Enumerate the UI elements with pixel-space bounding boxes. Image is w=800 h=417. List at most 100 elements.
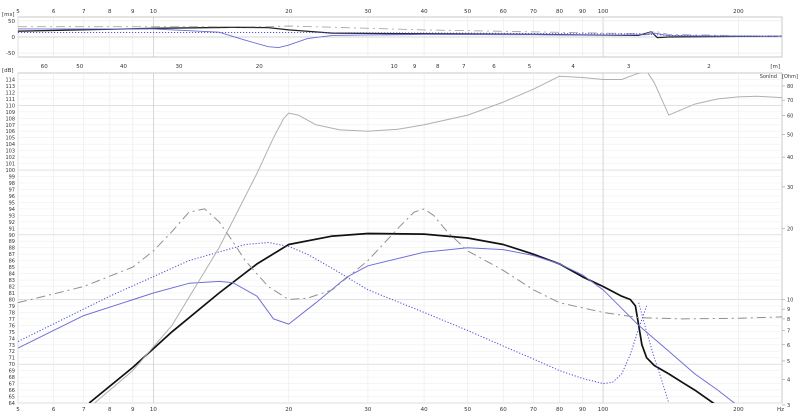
frequency-tick-label: 40	[421, 407, 428, 413]
wavelength-tick-label: 50	[76, 64, 83, 70]
wavelength-tick-label: 4	[571, 64, 575, 70]
impedance-tick-label: 30	[787, 185, 793, 191]
frequency-tick-label: 30	[364, 407, 371, 413]
frequency-tick-label: 70	[530, 407, 537, 413]
db-tick-label: 103	[5, 149, 15, 155]
db-tick-label: 91	[9, 226, 15, 232]
db-tick-label: 64	[9, 401, 15, 407]
wavelength-tick-label: 2	[707, 64, 711, 70]
impedance-tick-label: 80	[787, 84, 793, 90]
db-tick-label: 68	[9, 375, 15, 381]
phase-top-x-tick-label: 60	[500, 9, 507, 15]
frequency-tick-label: 90	[579, 407, 586, 413]
impedance-tick-label: 40	[787, 155, 793, 161]
db-tick-label: 73	[9, 343, 15, 349]
db-tick-label: 100	[5, 168, 15, 174]
db-tick-label: 90	[9, 233, 15, 239]
phase-top-x-tick-label: 80	[556, 9, 563, 15]
db-unit-label: [dB]	[2, 68, 14, 74]
phase-top-x-tick-label: 30	[364, 9, 371, 15]
db-tick-label: 106	[5, 129, 15, 135]
impedance-tick-label: 70	[787, 98, 793, 104]
frequency-tick-label: 50	[464, 407, 471, 413]
impedance-tick-label: 4	[787, 378, 790, 384]
phase-top-x-tick-label: 40	[421, 9, 428, 15]
db-tick-label: 93	[9, 213, 15, 219]
db-tick-label: 107	[5, 123, 15, 129]
impedance-tick-label: 6	[787, 343, 790, 349]
db-tick-label: 77	[9, 317, 15, 323]
impedance-axis-note: SonInd	[760, 74, 777, 80]
db-tick-label: 92	[9, 220, 15, 226]
db-tick-label: 78	[9, 310, 15, 316]
impedance-tick-label: 7	[787, 329, 790, 335]
db-tick-label: 110	[5, 103, 15, 109]
db-tick-label: 111	[5, 97, 15, 103]
wavelength-tick-label: 40	[120, 64, 127, 70]
phase-top-x-tick-label: 5	[16, 9, 20, 15]
wavelength-tick-label: 10	[391, 64, 398, 70]
frequency-tick-label: 9	[131, 407, 135, 413]
wavelength-unit-label: [m]	[770, 64, 780, 70]
impedance-tick-label: 50	[787, 132, 793, 138]
db-tick-label: 67	[9, 382, 15, 388]
db-tick-label: 71	[9, 356, 15, 362]
db-tick-label: 114	[5, 77, 15, 83]
frequency-tick-label: 100	[598, 407, 609, 413]
frequency-tick-label: 8	[108, 407, 112, 413]
db-tick-label: 85	[9, 265, 15, 271]
phase-top-x-tick-label: 200	[733, 9, 744, 15]
impedance-tick-label: 20	[787, 226, 793, 232]
db-tick-label: 89	[9, 239, 15, 245]
phase-top-x-tick-label: 6	[52, 9, 56, 15]
wavelength-tick-label: 60	[41, 64, 48, 70]
wavelength-tick-label: 8	[436, 64, 440, 70]
impedance-tick-label: 3	[787, 403, 790, 409]
impedance-tick-label: 60	[787, 114, 793, 120]
wavelength-tick-label: 7	[462, 64, 466, 70]
frequency-tick-label: 80	[556, 407, 563, 413]
phase-y-unit-label: [ms]	[2, 12, 15, 18]
impedance-tick-label: 9	[787, 307, 790, 313]
db-tick-label: 99	[9, 175, 15, 181]
db-tick-label: 105	[5, 136, 15, 142]
db-tick-label: 74	[9, 336, 15, 342]
db-tick-label: 65	[9, 395, 15, 401]
magnitude-panel: 6465666768697071727374757677787980818283…	[2, 64, 798, 413]
phase-top-x-tick-label: 100	[598, 9, 609, 15]
phase-y-tick-label: 0	[12, 35, 16, 41]
phase-top-x-tick-label: 10	[150, 9, 157, 15]
db-tick-label: 88	[9, 246, 15, 252]
impedance-tick-label: 8	[787, 317, 790, 323]
wavelength-tick-label: 3	[627, 64, 631, 70]
frequency-tick-label: 5	[16, 407, 20, 413]
phase-y-tick-label: -50	[6, 51, 15, 57]
frequency-tick-label: 6	[52, 407, 56, 413]
db-tick-label: 75	[9, 330, 15, 336]
frequency-tick-label: 200	[733, 407, 744, 413]
db-tick-label: 72	[9, 349, 15, 355]
frequency-tick-label: 7	[82, 407, 86, 413]
phase-top-x-tick-label: 7	[82, 9, 86, 15]
db-tick-label: 104	[5, 142, 15, 148]
wavelength-tick-label: 30	[175, 64, 182, 70]
phase-y-tick-label: 50	[8, 19, 15, 25]
phase-top-x-tick-label: 70	[530, 9, 537, 15]
wavelength-tick-label: 9	[413, 64, 417, 70]
wavelength-tick-label: 6	[492, 64, 496, 70]
impedance-tick-label: 10	[787, 297, 793, 303]
frequency-tick-label: 60	[500, 407, 507, 413]
phase-top-x-tick-label: 9	[131, 9, 135, 15]
impedance-unit-label: [Ohm]	[782, 74, 798, 80]
db-tick-label: 69	[9, 369, 15, 375]
db-tick-label: 86	[9, 259, 15, 265]
frequency-tick-label: 10	[150, 407, 157, 413]
db-tick-label: 76	[9, 323, 15, 329]
frequency-unit-label: Hz	[777, 407, 784, 413]
db-tick-label: 94	[9, 207, 15, 213]
phase-top-x-tick-label: 20	[285, 9, 292, 15]
db-tick-label: 108	[5, 116, 15, 122]
db-tick-label: 98	[9, 181, 15, 187]
wavelength-tick-label: 5	[528, 64, 532, 70]
db-tick-label: 84	[9, 272, 15, 278]
